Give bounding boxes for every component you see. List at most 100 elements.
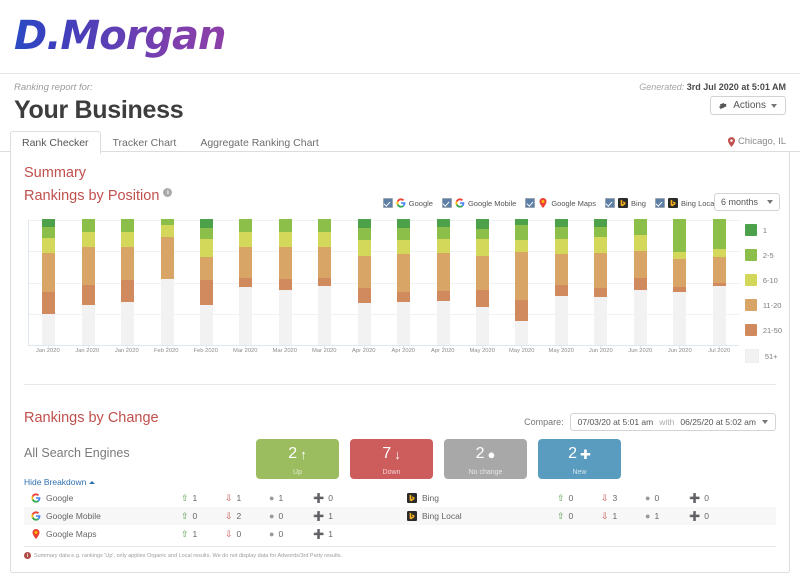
chart-bar-segment <box>81 246 95 285</box>
breakdown-no-change-cell: ● 0 <box>645 493 689 503</box>
chart-bar[interactable] <box>199 219 213 345</box>
breakdown-column-left: Google ⇧ 1 ⇩ 1 ● 1 ➕ 0 Google Mobile ⇧ 0 ⇩ 2 ● 0 ➕ 1 Googl… <box>24 489 400 543</box>
chart-bar-slot[interactable] <box>266 219 305 348</box>
chart-bar-slot[interactable] <box>305 219 344 348</box>
engine-legend-item-google-maps[interactable]: Google Maps <box>525 198 596 208</box>
chart-bar-slot[interactable] <box>187 219 226 348</box>
chart-bar-slot[interactable] <box>621 219 660 348</box>
chart-bar-slot[interactable] <box>660 219 699 348</box>
engine-checkbox[interactable] <box>441 198 452 208</box>
chart-bar-segment <box>81 304 95 345</box>
generated-prefix: Generated: <box>639 82 685 92</box>
page-title: Your Business <box>14 96 184 124</box>
chart-bar-slot[interactable] <box>147 219 186 348</box>
table-row[interactable]: Google Maps ⇧ 1 ⇩ 0 ● 0 ➕ 1 <box>24 525 400 543</box>
tab-rank-checker[interactable]: Rank Checker <box>10 131 101 154</box>
chart-bar[interactable] <box>239 219 253 345</box>
engine-legend-item-google[interactable]: Google <box>382 198 433 208</box>
chart-bar-segment <box>397 254 411 293</box>
circle-icon: ● <box>645 492 651 503</box>
position-legend-item[interactable]: 51+ <box>744 349 782 363</box>
chart-bar[interactable] <box>594 219 608 345</box>
up-tile[interactable]: 2 ↑ Up <box>256 439 339 479</box>
breakdown-up-cell: ⇧ 0 <box>181 511 225 521</box>
chart-bar[interactable] <box>712 219 726 345</box>
chart-bar-slot[interactable] <box>108 219 147 348</box>
table-row[interactable]: Google ⇧ 1 ⇩ 1 ● 1 ➕ 0 <box>24 489 400 507</box>
hide-breakdown-label: Hide Breakdown <box>24 477 87 487</box>
down-tile[interactable]: 7 ↓ Down <box>350 439 433 479</box>
position-legend-item[interactable]: 2-5 <box>744 249 782 261</box>
chart-bar-segment <box>476 307 490 345</box>
position-legend-item[interactable]: 1 <box>744 224 782 236</box>
chart-bar-slot[interactable] <box>68 219 107 348</box>
chart-bar[interactable] <box>554 219 568 345</box>
x-axis-tick-label: Feb 2020 <box>193 348 219 354</box>
actions-button[interactable]: Actions <box>710 96 786 115</box>
chart-bar-slot[interactable] <box>463 219 502 348</box>
position-legend-item[interactable]: 6-10 <box>744 274 782 286</box>
plus-icon: ➕ <box>313 492 325 503</box>
chart-bar[interactable] <box>436 219 450 345</box>
chart-bar[interactable] <box>515 219 529 345</box>
chart-bar[interactable] <box>160 219 174 345</box>
chart-bar-slot[interactable] <box>384 219 423 348</box>
breakdown-engine-name: Google <box>24 493 181 503</box>
circle-icon: ● <box>269 528 275 539</box>
hide-breakdown-toggle[interactable]: Hide Breakdown <box>24 477 96 487</box>
table-row[interactable]: Bing ⇧ 0 ⇩ 3 ● 0 ➕ 0 <box>400 489 776 507</box>
chart-bar-slot[interactable] <box>581 219 620 348</box>
breakdown-up-cell: ⇧ 0 <box>557 493 601 503</box>
plus-icon: ➕ <box>313 510 325 521</box>
engine-legend-item-bing-local[interactable]: Bing Local <box>654 198 716 208</box>
engine-checkbox[interactable] <box>525 198 536 208</box>
chart-bar-slot[interactable] <box>29 219 68 348</box>
engine-checkbox[interactable] <box>382 198 393 208</box>
position-legend-item[interactable]: 11-20 <box>744 299 782 311</box>
chart-bar-segment <box>357 288 371 304</box>
chart-bar[interactable] <box>357 219 371 345</box>
position-legend-item[interactable]: 21-50 <box>744 324 782 336</box>
chart-bar[interactable] <box>476 219 490 345</box>
chart-bar[interactable] <box>318 219 332 345</box>
engine-checkbox[interactable] <box>654 198 665 208</box>
chart-bar[interactable] <box>397 219 411 345</box>
chart-bar-segment <box>554 254 568 285</box>
chart-bar[interactable] <box>633 219 647 345</box>
chart-bar-segment <box>199 256 213 280</box>
chart-bar-slot[interactable] <box>345 219 384 348</box>
chart-bar[interactable] <box>673 219 687 345</box>
x-axis-tick-label: Jan 2020 <box>35 348 60 354</box>
chart-bar[interactable] <box>42 219 56 345</box>
no-change-tile[interactable]: 2 ● No change <box>444 439 527 479</box>
chart-bar[interactable] <box>278 219 292 345</box>
chart-x-axis: Jan 2020 Jan 2020 Jan 2020 Feb 2020 Feb 2020… <box>28 348 739 354</box>
chart-bar-segment <box>436 239 450 254</box>
chart-bar[interactable] <box>81 219 95 345</box>
compare-dates-select[interactable]: 07/03/20 at 5:01 am with 06/25/20 at 5:0… <box>569 413 776 431</box>
engine-legend-item-bing[interactable]: Bing <box>604 198 646 208</box>
engine-checkbox[interactable] <box>604 198 615 208</box>
chart-bar-slot[interactable] <box>542 219 581 348</box>
chart-bar[interactable] <box>121 219 135 345</box>
chart-bar-segment <box>318 246 332 279</box>
chart-bar-segment <box>476 239 490 256</box>
table-row[interactable]: Bing Local ⇧ 0 ⇩ 1 ● 1 ➕ 0 <box>400 507 776 525</box>
chart-bar-slot[interactable] <box>226 219 265 348</box>
engine-legend-item-google-mobile[interactable]: Google Mobile <box>441 198 516 208</box>
tab-rank-checker-label: Rank Checker <box>22 137 89 149</box>
chart-bar-slot[interactable] <box>502 219 541 348</box>
arrow-down-icon: ⇩ <box>225 492 233 503</box>
period-select[interactable]: 6 months <box>713 193 780 211</box>
chart-bar-slot[interactable] <box>423 219 462 348</box>
chart-bar-segment <box>594 226 608 237</box>
table-row[interactable]: Google Mobile ⇧ 0 ⇩ 2 ● 0 ➕ 1 <box>24 507 400 525</box>
info-icon[interactable]: i <box>163 187 173 197</box>
chart-bar-segment <box>199 304 213 345</box>
up-count: 0 <box>568 511 574 521</box>
chart-bar-segment <box>712 285 726 345</box>
new-tile[interactable]: 2 ✚ New <box>538 439 621 479</box>
chart-bar-segment <box>515 321 529 345</box>
chart-bar-segment <box>633 219 647 236</box>
chart-bar-slot[interactable] <box>699 219 738 348</box>
